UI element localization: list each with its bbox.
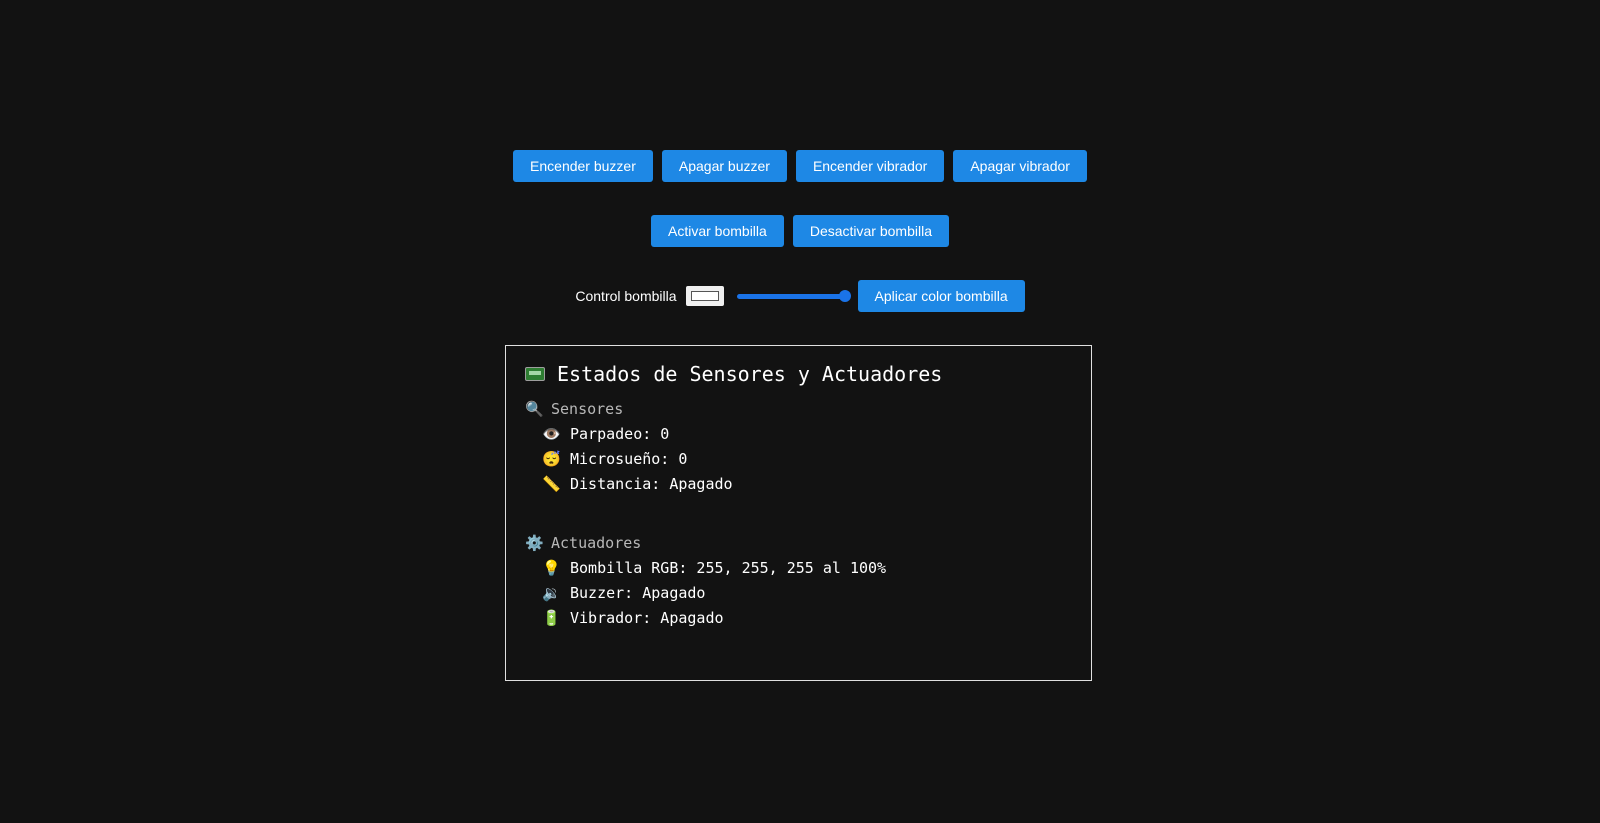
actuadores-item-text: Buzzer: Apagado [570, 584, 706, 602]
sensores-section: 🔍 Sensores 👁️ Parpadeo: 0 😴 Microsueño: 0 📏 D… [525, 399, 733, 499]
apagar-vibrador-button[interactable]: Apagar vibrador [953, 150, 1087, 182]
sensores-item: 😴 Microsueño: 0 [542, 449, 733, 469]
sensores-item: 👁️ Parpadeo: 0 [542, 424, 733, 444]
status-panel: Estados de Sensores y Actuadores 🔍 Senso… [505, 345, 1092, 681]
actuadores-heading: ⚙️ Actuadores [525, 533, 886, 553]
actuadores-item: 🔉 Buzzer: Apagado [542, 583, 886, 603]
color-picker-swatch [690, 291, 719, 301]
light-bulb-icon: 💡 [542, 559, 561, 577]
actuadores-item-text: Bombilla RGB: 255, 255, 255 al 100% [570, 559, 887, 577]
encender-vibrador-button[interactable]: Encender vibrador [795, 150, 945, 182]
slider-thumb[interactable] [838, 290, 851, 302]
actuadores-item: 💡 Bombilla RGB: 255, 255, 255 al 100% [542, 558, 886, 578]
desactivar-bombilla-button[interactable]: Desactivar bombilla [792, 215, 949, 247]
encender-buzzer-button[interactable]: Encender buzzer [513, 150, 653, 182]
actuadores-item: 🔋 Vibrador: Apagado [542, 608, 886, 628]
panel-title: Estados de Sensores y Actuadores [525, 362, 942, 386]
activar-bombilla-button[interactable]: Activar bombilla [651, 215, 784, 247]
control-bombilla-row: Control bombilla Aplicar color bombilla [0, 280, 1600, 312]
sensores-item: 📏 Distancia: Apagado [542, 474, 733, 494]
sensores-item-text: Parpadeo: 0 [570, 425, 670, 443]
actuadores-section: ⚙️ Actuadores 💡 Bombilla RGB: 255, 255, 2… [525, 533, 886, 633]
ruler-icon: 📏 [542, 475, 561, 493]
sleeping-face-icon: 😴 [542, 450, 561, 468]
speaker-icon: 🔉 [542, 584, 561, 602]
brightness-slider[interactable] [736, 289, 851, 303]
sensores-item-text: Distancia: Apagado [570, 475, 733, 493]
sensores-heading: 🔍 Sensores [525, 399, 733, 419]
bombilla-controls: Activar bombilla Desactivar bombilla [0, 215, 1600, 247]
sensores-list: 👁️ Parpadeo: 0 😴 Microsueño: 0 📏 Distancia: A… [525, 424, 733, 494]
panel-title-text: Estados de Sensores y Actuadores [557, 362, 943, 386]
buzzer-vibrador-controls: Encender buzzer Apagar buzzer Encender v… [0, 150, 1600, 182]
apagar-buzzer-button[interactable]: Apagar buzzer [661, 150, 787, 182]
control-bombilla-label: Control bombilla [575, 288, 677, 304]
computer-chip-icon [525, 367, 545, 381]
eye-icon: 👁️ [542, 425, 561, 443]
actuadores-item-text: Vibrador: Apagado [570, 609, 724, 627]
battery-icon: 🔋 [542, 609, 561, 627]
actuadores-heading-text: Actuadores [551, 534, 642, 552]
slider-track [736, 294, 845, 299]
magnifying-glass-icon: 🔍 [525, 400, 544, 418]
gear-icon: ⚙️ [525, 534, 544, 552]
actuadores-list: 💡 Bombilla RGB: 255, 255, 255 al 100% 🔉 Buz… [525, 558, 886, 628]
sensores-item-text: Microsueño: 0 [570, 450, 688, 468]
aplicar-color-button[interactable]: Aplicar color bombilla [857, 280, 1025, 312]
color-picker[interactable] [685, 286, 724, 306]
sensores-heading-text: Sensores [551, 400, 624, 418]
